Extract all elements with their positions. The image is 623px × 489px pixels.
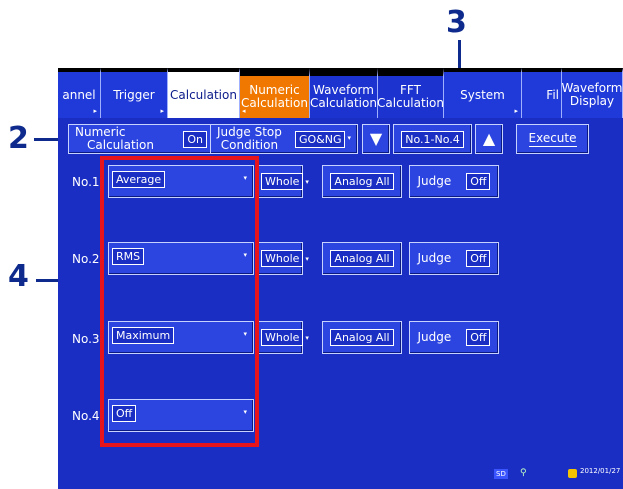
execute-button[interactable]: Execute [516, 124, 589, 154]
numeric-calc-value: On [183, 130, 207, 148]
triangle-up-icon: ▲ [482, 128, 496, 148]
tab-calculation-label: Calculation [170, 87, 237, 102]
tab-numeric-line2: Calculation [241, 96, 308, 110]
judge-value: Off [466, 329, 491, 346]
row-label: No.3 [72, 332, 100, 346]
tab-file-label: Fil [546, 87, 559, 102]
tab-trigger[interactable]: Trigger ▸ [101, 68, 168, 118]
scope-value: Whole [261, 329, 304, 346]
tab-fft-calculation[interactable]: FFT Calculation [377, 68, 444, 118]
channel-value: Analog All [330, 250, 394, 267]
submenu-arrow-icon: ▸ [93, 106, 97, 115]
tab-channel[interactable]: annel ▸ [58, 68, 101, 118]
tab-system-label: System [460, 87, 505, 102]
judge-label: Judge [417, 330, 452, 345]
numeric-calculation-toggle[interactable]: Numeric Calculation On [68, 124, 214, 154]
calculation-range-button[interactable]: No.1-No.4 [393, 124, 472, 154]
judge-label: Judge [417, 174, 452, 189]
judge-stop-label-2: Condition [220, 138, 279, 152]
judge-toggle[interactable]: Judge Off [409, 321, 499, 354]
scope-select[interactable]: Whole ▾ [257, 242, 309, 275]
channel-select[interactable]: Analog All [322, 321, 402, 354]
triangle-down-icon: ▼ [369, 128, 383, 148]
datetime-display: 2012/01/27 [580, 467, 621, 475]
warning-icon [568, 469, 577, 478]
tab-trigger-label: Trigger [113, 87, 155, 102]
submenu-arrow-icon: ▸ [160, 106, 164, 115]
increment-button[interactable]: ▲ [475, 124, 503, 154]
chevron-down-icon: ▾ [305, 177, 309, 186]
sd-card-icon: SD [494, 469, 508, 479]
callout-3: 3 [446, 5, 467, 40]
judge-value: Off [466, 173, 491, 190]
tab-waveform-display[interactable]: Waveform Display [562, 68, 623, 118]
submenu-arrow-icon: ◂ [242, 106, 246, 115]
decrement-button[interactable]: ▼ [362, 124, 390, 154]
tab-system[interactable]: System ▸ [444, 68, 522, 118]
execute-label: Execute [528, 131, 577, 147]
tab-numeric-calculation[interactable]: ◂ Numeric Calculation [240, 68, 310, 118]
row-label: No.1 [72, 175, 100, 189]
tab-fft-line2: Calculation [377, 96, 444, 110]
judge-label: Judge [417, 251, 452, 266]
chevron-down-icon: ▾ [305, 254, 309, 263]
channel-select[interactable]: Analog All [322, 165, 402, 198]
tab-waveform-display-line2: Display [569, 94, 615, 108]
submenu-arrow-icon: ▸ [514, 106, 518, 115]
scope-value: Whole [261, 250, 304, 267]
row-label: No.4 [72, 409, 100, 423]
chevron-down-icon: ▾ [305, 333, 309, 342]
judge-toggle[interactable]: Judge Off [409, 242, 499, 275]
tab-calculation[interactable]: Calculation [168, 68, 240, 118]
channel-value: Analog All [330, 329, 394, 346]
callout-4: 4 [8, 259, 29, 294]
numeric-calc-label-2: Calculation [87, 138, 154, 152]
channel-select[interactable]: Analog All [322, 242, 402, 275]
chevron-down-icon: ▾ [347, 134, 351, 143]
status-bar: SD ⚲ 2012/01/27 [58, 461, 623, 489]
highlight-box [100, 156, 259, 447]
callout-2: 2 [8, 121, 29, 156]
tab-channel-label: annel [62, 87, 96, 102]
tab-file[interactable]: Fil [522, 68, 562, 118]
channel-value: Analog All [330, 173, 394, 190]
calculation-range-value: No.1-No.4 [401, 130, 464, 148]
judge-stop-value: GO&NG [294, 130, 346, 148]
judge-value: Off [466, 250, 491, 267]
judge-stop-condition-select[interactable]: Judge Stop Condition GO&NG ▾ [210, 124, 358, 154]
scope-select[interactable]: Whole ▾ [257, 165, 309, 198]
row-label: No.2 [72, 252, 100, 266]
scope-select[interactable]: Whole ▾ [257, 321, 309, 354]
tab-waveform-line2: Calculation [310, 96, 377, 110]
scope-value: Whole [261, 173, 304, 190]
judge-toggle[interactable]: Judge Off [409, 165, 499, 198]
tab-waveform-calculation[interactable]: Waveform Calculation [310, 68, 378, 118]
usb-icon: ⚲ [520, 468, 527, 478]
